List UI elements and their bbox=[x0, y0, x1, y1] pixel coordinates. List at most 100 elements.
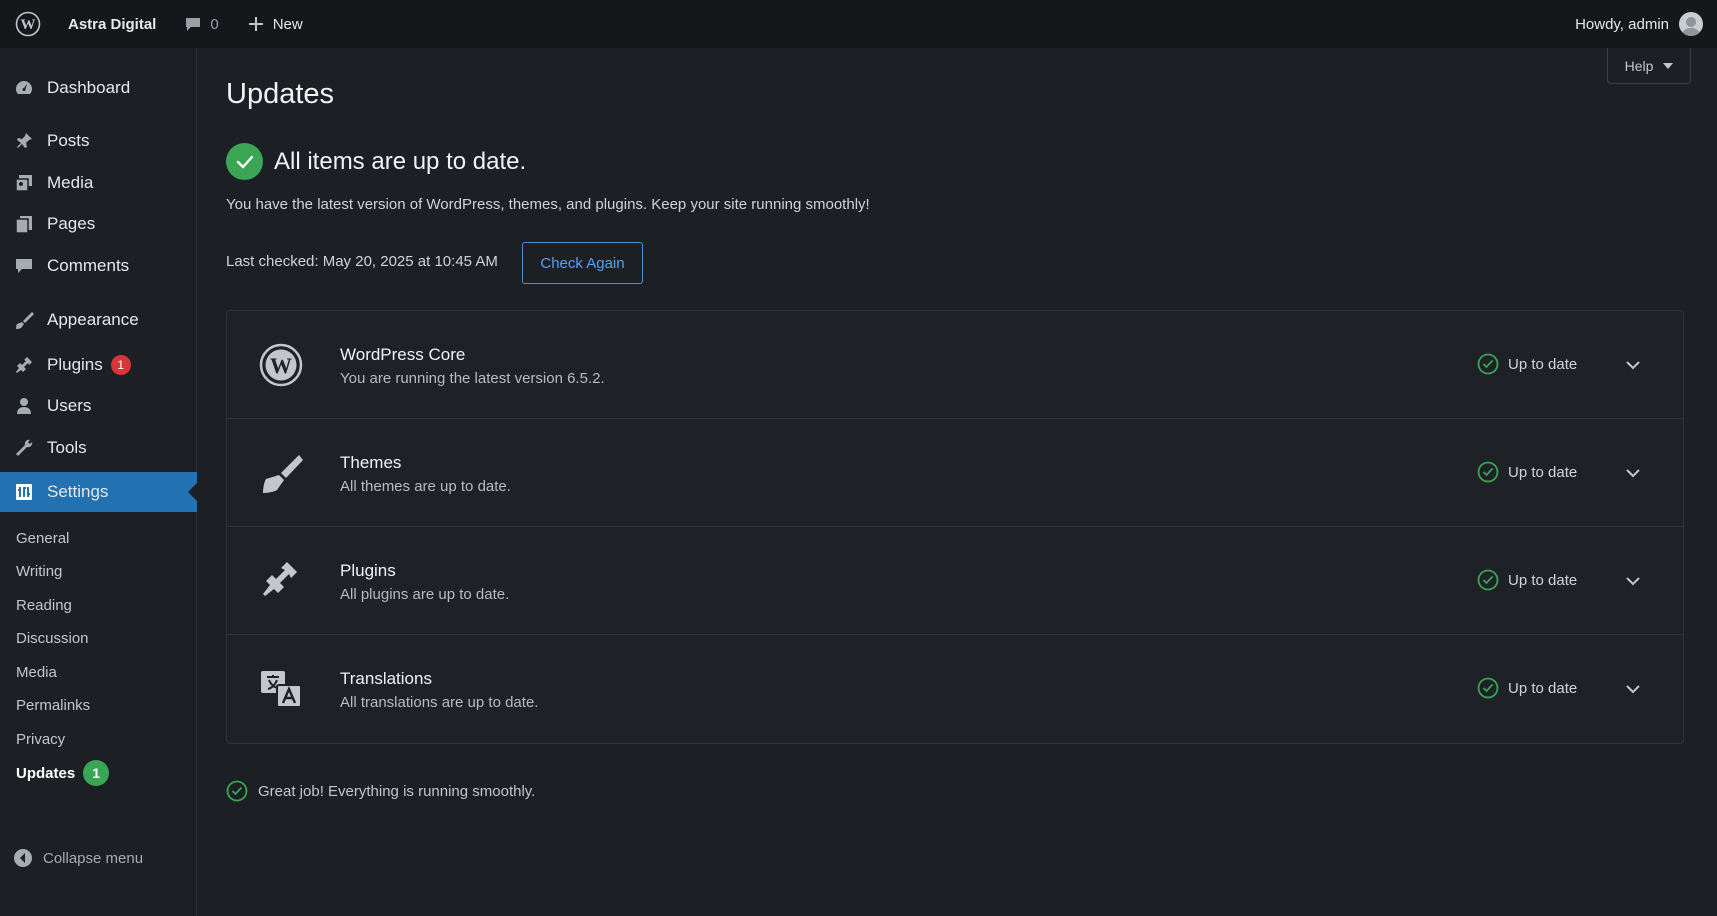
sidebar-item-label: Tools bbox=[47, 438, 87, 457]
sidebar-item-label: Pages bbox=[47, 214, 96, 233]
chevron-down-icon[interactable] bbox=[1623, 463, 1643, 483]
update-row-wordpress-core[interactable]: W WordPress Core You are running the lat… bbox=[227, 311, 1683, 419]
submenu-item-general[interactable]: General bbox=[16, 526, 69, 550]
check-circle-icon bbox=[226, 780, 248, 802]
submenu-item-permalinks[interactable]: Permalinks bbox=[16, 693, 90, 717]
row-title: Translations bbox=[340, 669, 432, 688]
update-row-plugins[interactable]: Plugins All plugins are up to date. Up t… bbox=[227, 527, 1683, 635]
sidebar-item-comments[interactable]: Comments bbox=[0, 246, 197, 286]
submenu-item-writing[interactable]: Writing bbox=[16, 559, 62, 583]
row-title: WordPress Core bbox=[340, 345, 466, 364]
update-row-themes[interactable]: Themes All themes are up to date. Up to … bbox=[227, 419, 1683, 527]
translation-icon bbox=[259, 667, 303, 711]
row-subtitle: All translations are up to date. bbox=[340, 694, 539, 711]
comments-count: 0 bbox=[210, 15, 219, 33]
svg-text:W: W bbox=[270, 353, 292, 378]
chevron-down-icon[interactable] bbox=[1623, 571, 1643, 591]
status-badge: Up to date bbox=[1477, 353, 1577, 375]
new-content-link[interactable]: New bbox=[233, 0, 317, 48]
updates-panel: W WordPress Core You are running the lat… bbox=[226, 310, 1684, 744]
row-subtitle: You are running the latest version 6.5.2… bbox=[340, 370, 605, 387]
row-title: Plugins bbox=[340, 561, 396, 580]
brush-icon bbox=[259, 451, 303, 495]
admin-sidebar: Dashboard Posts Media Pages Comments App… bbox=[0, 48, 197, 916]
admin-bar: W Astra Digital 0 New Howdy, admin bbox=[0, 0, 1717, 48]
submenu-item-privacy[interactable]: Privacy bbox=[16, 727, 65, 751]
updates-count-badge: 1 bbox=[83, 760, 110, 786]
wordpress-logo-icon[interactable]: W bbox=[0, 0, 56, 48]
sidebar-item-media[interactable]: Media bbox=[0, 163, 197, 203]
dashboard-icon bbox=[13, 77, 35, 99]
settings-icon bbox=[13, 481, 35, 503]
sidebar-item-tools[interactable]: Tools bbox=[0, 428, 197, 468]
check-circle-icon bbox=[1477, 353, 1499, 375]
wordpress-icon: W bbox=[259, 343, 303, 387]
howdy-text: Howdy, admin bbox=[1575, 15, 1669, 33]
status-text: Up to date bbox=[1508, 571, 1578, 589]
check-again-button[interactable]: Check Again bbox=[522, 242, 643, 284]
sidebar-item-appearance[interactable]: Appearance bbox=[0, 300, 197, 340]
submenu-item-discussion[interactable]: Discussion bbox=[16, 626, 89, 650]
my-account-link[interactable]: Howdy, admin bbox=[1575, 0, 1703, 48]
brush-icon bbox=[13, 309, 35, 331]
new-label: New bbox=[272, 15, 303, 33]
comment-icon bbox=[13, 255, 35, 277]
status-text: Up to date bbox=[1508, 463, 1578, 481]
status-heading-line: All items are up to date. bbox=[226, 143, 526, 180]
last-checked-text: Last checked: May 20, 2025 at 10:45 AM bbox=[226, 253, 498, 270]
check-circle-icon bbox=[1477, 461, 1499, 483]
caret-down-icon bbox=[1663, 62, 1674, 69]
sidebar-item-label: Posts bbox=[47, 131, 90, 150]
sidebar-item-plugins[interactable]: Plugins 1 bbox=[0, 345, 197, 385]
sidebar-item-label: Users bbox=[47, 396, 92, 415]
success-check-icon bbox=[226, 143, 263, 180]
svg-text:W: W bbox=[21, 17, 36, 33]
check-circle-icon bbox=[1477, 677, 1499, 699]
sidebar-item-pages[interactable]: Pages bbox=[0, 204, 197, 244]
footer-message: Great job! Everything is running smoothl… bbox=[226, 780, 535, 802]
site-name-link[interactable]: Astra Digital bbox=[56, 0, 170, 48]
sidebar-item-label: Settings bbox=[47, 482, 109, 501]
plug-icon bbox=[259, 559, 303, 603]
comment-icon bbox=[186, 18, 201, 31]
submenu-item-updates[interactable]: Updates 1 bbox=[16, 758, 110, 788]
status-badge: Up to date bbox=[1477, 677, 1577, 699]
collapse-label: Collapse menu bbox=[43, 849, 144, 867]
status-text: Up to date bbox=[1508, 355, 1578, 373]
avatar bbox=[1679, 12, 1703, 36]
sidebar-item-label: Comments bbox=[47, 256, 130, 275]
sidebar-item-label: Appearance bbox=[47, 310, 139, 329]
page-title: Updates bbox=[226, 78, 335, 110]
collapse-arrow-icon bbox=[14, 849, 32, 867]
row-subtitle: All themes are up to date. bbox=[340, 478, 511, 495]
row-title: Themes bbox=[340, 453, 402, 472]
plus-icon bbox=[248, 17, 263, 31]
sidebar-item-label: Media bbox=[47, 173, 94, 192]
status-badge: Up to date bbox=[1477, 461, 1577, 483]
plugins-update-badge: 1 bbox=[110, 355, 131, 375]
footer-message-text: Great job! Everything is running smoothl… bbox=[258, 782, 536, 800]
submenu-item-reading[interactable]: Reading bbox=[16, 593, 72, 617]
sidebar-item-dashboard[interactable]: Dashboard bbox=[0, 68, 197, 108]
comments-link[interactable]: 0 bbox=[170, 0, 232, 48]
pin-icon bbox=[13, 130, 35, 152]
sidebar-item-users[interactable]: Users bbox=[0, 386, 197, 426]
help-button[interactable]: Help bbox=[1607, 48, 1691, 84]
check-circle-icon bbox=[1477, 569, 1499, 591]
pages-icon bbox=[13, 213, 35, 235]
status-heading: All items are up to date. bbox=[274, 147, 527, 175]
chevron-down-icon[interactable] bbox=[1623, 679, 1643, 699]
wrench-icon bbox=[13, 437, 35, 459]
status-badge: Up to date bbox=[1477, 569, 1577, 591]
sidebar-item-label: Dashboard bbox=[47, 78, 131, 97]
help-label: Help bbox=[1624, 57, 1654, 74]
sidebar-item-posts[interactable]: Posts bbox=[0, 121, 197, 161]
submenu-item-media[interactable]: Media bbox=[16, 660, 57, 684]
collapse-menu-button[interactable]: Collapse menu bbox=[13, 848, 143, 868]
sidebar-item-settings[interactable]: Settings bbox=[0, 472, 197, 512]
update-row-translations[interactable]: Translations All translations are up to … bbox=[227, 635, 1683, 743]
plug-icon bbox=[13, 354, 35, 376]
chevron-down-icon[interactable] bbox=[1623, 355, 1643, 375]
status-text: Up to date bbox=[1508, 679, 1578, 697]
sidebar-item-label: Plugins bbox=[47, 355, 103, 374]
